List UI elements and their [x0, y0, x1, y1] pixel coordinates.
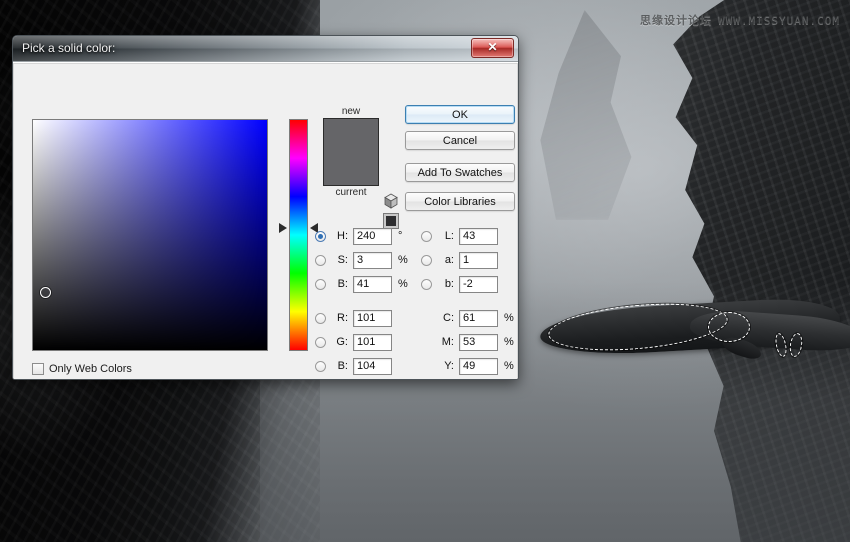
input-h[interactable]: 240 [353, 227, 392, 245]
label-h: H: [337, 230, 348, 242]
field-row-y: Y: 49% [421, 357, 514, 375]
input-g[interactable]: 101 [353, 333, 392, 351]
label-c: C: [443, 312, 454, 324]
preview-current-label: current [335, 187, 367, 198]
selection-marquee-ellipse-2 [708, 312, 750, 342]
preview-new-swatch[interactable] [324, 119, 378, 152]
field-row-c: C: 61% [421, 309, 514, 327]
unit-m: % [504, 336, 514, 348]
radio-l[interactable] [421, 230, 432, 242]
input-m[interactable]: 53 [459, 333, 498, 351]
preview-new-label: new [341, 106, 361, 117]
radio-g[interactable] [315, 336, 326, 348]
field-row-h: H: 240 ° [315, 227, 402, 245]
saturation-brightness-field[interactable] [32, 119, 268, 351]
unit-c: % [504, 312, 514, 324]
unit-s: % [398, 254, 408, 266]
unit-y: % [504, 360, 514, 372]
field-row-b: b: -2 [421, 275, 498, 293]
field-row-g: G: 101 [315, 333, 392, 351]
checkbox-box-icon [32, 363, 44, 375]
web-safe-cube-icon[interactable] [383, 193, 399, 209]
label-s: S: [337, 254, 348, 266]
color-picker-dialog: Pick a solid color: ✕ Only Web Colors ne… [12, 35, 519, 380]
input-r[interactable]: 101 [353, 309, 392, 327]
watermark: 思缘设计论坛 WWW.MISSYUAN.COM [640, 12, 840, 28]
field-row-b: B: 41% [315, 275, 408, 293]
radio-r[interactable] [315, 312, 326, 324]
close-button[interactable]: ✕ [471, 38, 514, 58]
field-row-s: S: 3% [315, 251, 408, 269]
input-b[interactable]: -2 [459, 275, 498, 293]
field-row-m: M: 53% [421, 333, 514, 351]
dialog-titlebar[interactable]: Pick a solid color: ✕ [13, 36, 518, 62]
label-m: M: [441, 336, 454, 348]
only-web-colors-label: Only Web Colors [49, 363, 132, 375]
field-row-l: L: 43 [421, 227, 498, 245]
screen: 思缘设计论坛 WWW.MISSYUAN.COM Pick a solid colo… [0, 0, 850, 542]
watermark-url-text: WWW.MISSYUAN.COM [718, 14, 840, 27]
input-a[interactable]: 1 [459, 251, 498, 269]
label-b: b: [444, 278, 454, 290]
only-web-colors-checkbox[interactable]: Only Web Colors [32, 363, 132, 375]
unit-h: ° [398, 230, 403, 242]
preview-current-swatch[interactable] [324, 152, 378, 185]
radio-b[interactable] [315, 360, 326, 372]
input-l[interactable]: 43 [459, 227, 498, 245]
unit-b: % [398, 278, 408, 290]
dialog-body: Only Web Colors new current OK Cancel Ad… [13, 62, 518, 379]
radio-h[interactable] [315, 230, 326, 242]
cancel-button[interactable]: Cancel [405, 131, 515, 150]
gamut-warning-group [383, 193, 401, 229]
label-y: Y: [444, 360, 454, 372]
label-l: L: [444, 230, 454, 242]
radio-s[interactable] [315, 254, 326, 266]
label-b: B: [337, 360, 348, 372]
radio-a[interactable] [421, 254, 432, 266]
radio-b[interactable] [421, 278, 432, 290]
ok-button[interactable]: OK [405, 105, 515, 124]
add-to-swatches-button[interactable]: Add To Swatches [405, 163, 515, 182]
color-preview: new current [323, 105, 379, 199]
preview-swatch-stack[interactable] [323, 118, 379, 186]
color-libraries-button[interactable]: Color Libraries [405, 192, 515, 211]
color-field-marker [39, 286, 51, 298]
input-b[interactable]: 41 [353, 275, 392, 293]
hue-slider[interactable] [289, 119, 308, 351]
field-row-b: B: 104 [315, 357, 392, 375]
label-a: a: [444, 254, 454, 266]
label-b: B: [337, 278, 348, 290]
watermark-cn-text: 思缘设计论坛 [640, 14, 713, 27]
label-g: G: [336, 336, 348, 348]
dialog-title: Pick a solid color: [22, 41, 116, 55]
input-b[interactable]: 104 [353, 357, 392, 375]
label-r: R: [337, 312, 348, 324]
radio-b[interactable] [315, 278, 326, 290]
far-peak [540, 10, 632, 220]
hue-slider-handle-left[interactable] [279, 223, 287, 234]
input-c[interactable]: 61 [459, 309, 498, 327]
input-y[interactable]: 49 [459, 357, 498, 375]
close-icon: ✕ [487, 40, 498, 54]
field-row-r: R: 101 [315, 309, 392, 327]
input-s[interactable]: 3 [353, 251, 392, 269]
field-row-a: a: 1 [421, 251, 498, 269]
